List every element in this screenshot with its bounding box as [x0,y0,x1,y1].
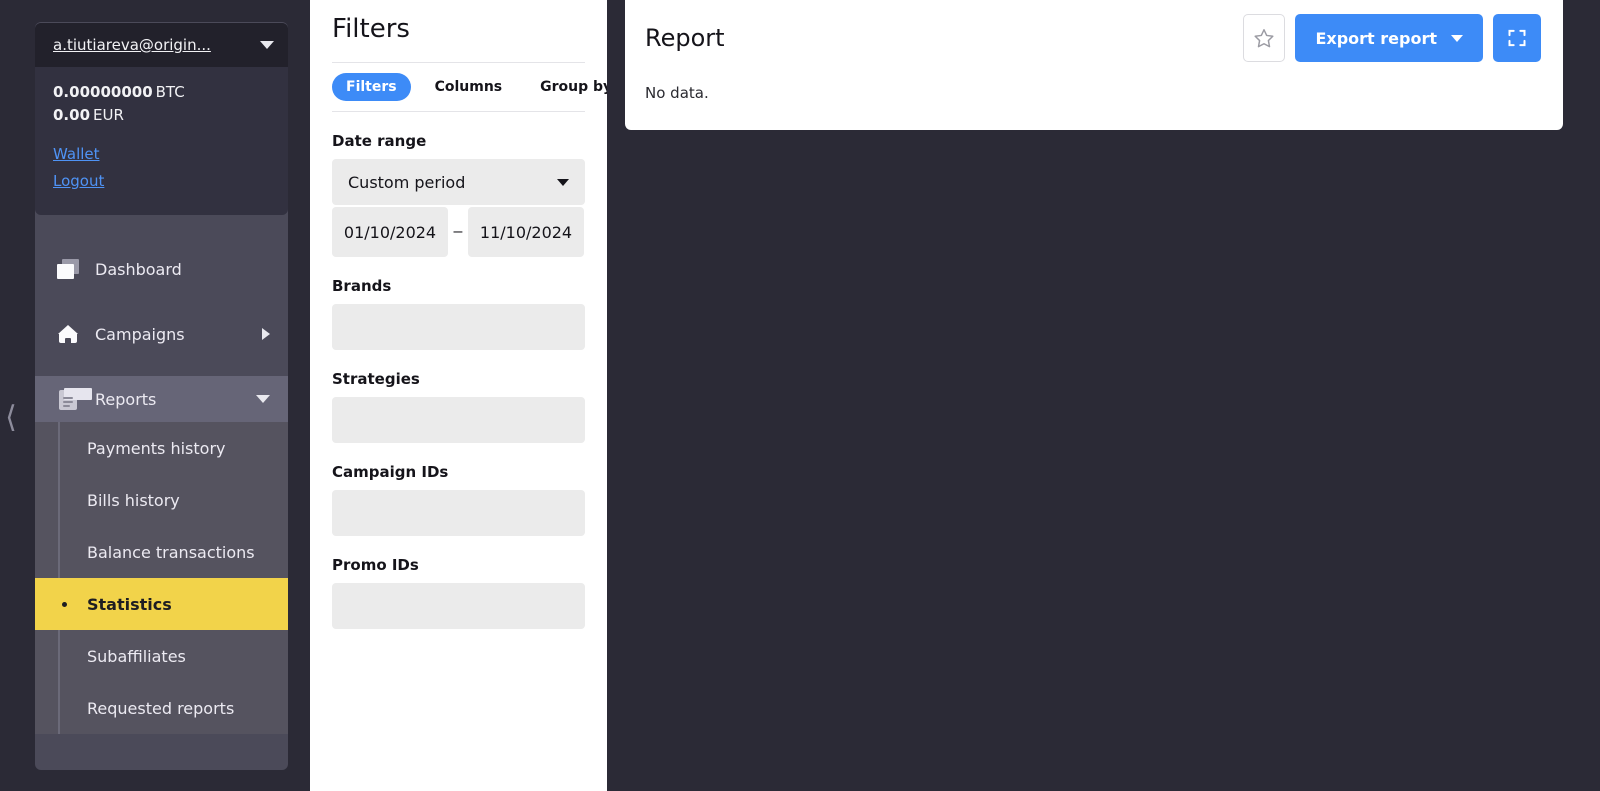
account-card: a.tiutiareva@origin... 0.00000000BTC 0.0… [35,23,288,215]
chevron-down-icon [260,41,274,49]
balance-currency: EUR [93,106,124,124]
date-range-label: Date range [332,132,585,150]
filters-panel: Filters Filters Columns Group by Date ra… [310,0,607,791]
chevron-down-icon [557,179,569,186]
app-root: ⟨ a.tiutiareva@origin... 0.00000000BTC 0… [0,0,1600,791]
sidebar-subitem-label: Subaffiliates [87,647,186,666]
date-range-separator: – [448,223,468,241]
sidebar-item-dashboard[interactable]: Dashboard [35,246,288,292]
balance-currency: BTC [156,83,185,101]
date-to-input[interactable]: 11/10/2024 [468,207,584,257]
sidebar-item-campaigns[interactable]: Campaigns [35,311,288,357]
campaign-ids-field[interactable] [332,490,585,536]
report-actions: Export report [1243,14,1541,62]
sidebar-subitem-requested-reports[interactable]: Requested reports [35,682,288,734]
campaign-ids-label: Campaign IDs [332,463,585,481]
balance-amount: 0.00000000 [53,83,153,101]
sidebar-subitem-payments-history[interactable]: Payments history [35,422,288,474]
sidebar-subitem-label: Balance transactions [87,543,255,562]
sidebar-collapse-icon[interactable]: ⟨ [0,396,22,440]
page-title: Report [645,24,1243,52]
sidebar-item-label: Reports [95,390,256,409]
report-card: Report Export report [625,0,1563,130]
tab-columns[interactable]: Columns [421,73,517,101]
sidebar-subitem-subaffiliates[interactable]: Subaffiliates [35,630,288,682]
date-range-inputs: 01/10/2024 – 11/10/2024 [332,207,585,257]
account-dropdown[interactable]: a.tiutiareva@origin... [35,23,288,67]
sidebar-item-label: Campaigns [95,325,262,344]
strategies-field[interactable] [332,397,585,443]
wallet-link[interactable]: Wallet [53,141,270,168]
filters-title: Filters [332,0,585,62]
sidebar-item-reports[interactable]: Reports [35,376,288,422]
sidebar-subitem-label: Payments history [87,439,226,458]
promo-ids-label: Promo IDs [332,556,585,574]
logout-link[interactable]: Logout [53,168,270,195]
account-links: Wallet Logout [53,141,270,195]
tab-filters[interactable]: Filters [332,73,411,101]
home-icon [57,323,79,345]
filters-tabs: Filters Columns Group by [332,62,585,112]
fullscreen-button[interactable] [1493,14,1541,62]
export-report-label: Export report [1315,29,1437,48]
sidebar-subitem-statistics[interactable]: Statistics [35,578,288,630]
main-content: Report Export report [607,0,1600,791]
favorite-button[interactable] [1243,14,1285,62]
date-range-select[interactable]: Custom period [332,159,585,205]
balance-row: 0.00000000BTC [53,81,270,104]
sidebar-subitem-label: Statistics [87,595,172,614]
account-balances: 0.00000000BTC 0.00EUR Wallet Logout [35,67,288,215]
chevron-down-icon [1451,35,1463,42]
promo-ids-field[interactable] [332,583,585,629]
star-icon [1253,27,1275,49]
export-report-button[interactable]: Export report [1295,14,1483,62]
tab-group-by[interactable]: Group by [526,73,607,101]
date-range-value: Custom period [348,173,557,192]
date-from-input[interactable]: 01/10/2024 [332,207,448,257]
sidebar-submenu-reports: Payments history Bills history Balance t… [35,422,288,734]
brands-label: Brands [332,277,585,295]
sidebar-subitem-balance-transactions[interactable]: Balance transactions [35,526,288,578]
strategies-label: Strategies [332,370,585,388]
chevron-down-icon [256,395,270,403]
sidebar-item-label: Dashboard [95,260,270,279]
sidebar-subitem-label: Requested reports [87,699,234,718]
sidebar-subitem-bills-history[interactable]: Bills history [35,474,288,526]
balance-amount: 0.00 [53,106,90,124]
report-header: Report Export report [625,0,1563,62]
account-email: a.tiutiareva@origin... [53,36,252,54]
report-empty-message: No data. [625,62,1563,102]
sidebar-nav: Dashboard Campaigns Reports Payments his… [35,246,288,734]
dashboard-icon [57,258,79,280]
sidebar-subitem-label: Bills history [87,491,180,510]
brands-field[interactable] [332,304,585,350]
sidebar: a.tiutiareva@origin... 0.00000000BTC 0.0… [22,0,310,791]
balance-row: 0.00EUR [53,104,270,127]
clipboard-icon [57,388,79,410]
fullscreen-icon [1507,28,1527,48]
chevron-right-icon [262,328,270,340]
